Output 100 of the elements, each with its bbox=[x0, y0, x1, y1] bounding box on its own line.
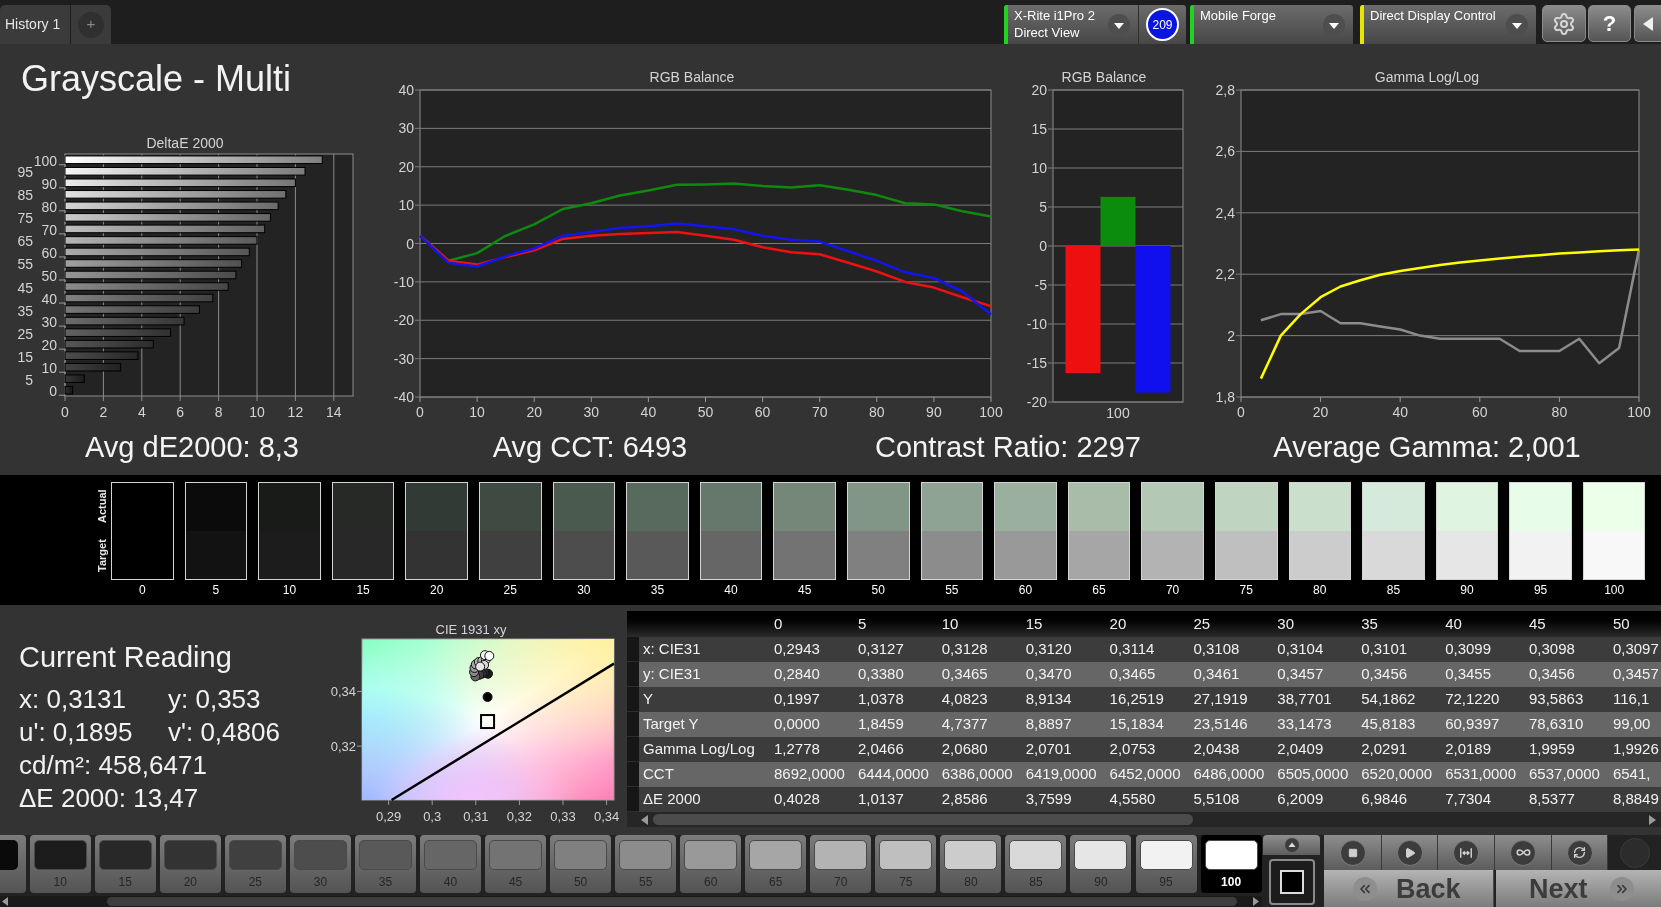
reading-value: v': 0,4806 bbox=[168, 717, 280, 747]
axis-tick-label: 100 bbox=[1627, 404, 1651, 420]
table-cell-text: 0,3380 bbox=[856, 664, 905, 685]
axis-tick-label: 100 bbox=[979, 404, 1003, 420]
chart-title: CIE 1931 xy bbox=[435, 622, 507, 637]
swatch-label: 45 bbox=[797, 583, 812, 597]
reading-value: ΔE 2000: 13,47 bbox=[19, 783, 199, 813]
axis-tick-label: 35 bbox=[17, 302, 33, 319]
table-cell-text: 0,3098 bbox=[1528, 639, 1576, 660]
table-cell-text: 4,7377 bbox=[940, 714, 989, 735]
chart-title: Gamma Log/Log bbox=[1374, 69, 1480, 85]
reading-count-badge: 209 bbox=[1146, 8, 1179, 41]
table-cell-text: 15,1834 bbox=[1108, 714, 1165, 735]
table-cell-text: 72,1220 bbox=[1444, 689, 1501, 710]
axis-tick-label: -5 bbox=[1034, 277, 1047, 293]
axis-tick-label: 30 bbox=[41, 314, 57, 331]
table-cell-text: 27,1919 bbox=[1192, 689, 1249, 710]
axis-tick-label: 2 bbox=[99, 404, 108, 420]
column-header: 40 bbox=[1444, 613, 1463, 634]
column-header: 10 bbox=[940, 613, 960, 634]
axis-tick-label: -30 bbox=[393, 350, 414, 367]
row-label: CCT bbox=[642, 764, 675, 785]
table-cell-text: 2,0189 bbox=[1444, 739, 1492, 760]
table-cell-text: 99,00 bbox=[1611, 714, 1652, 735]
axis-tick-label: 0,34 bbox=[330, 684, 356, 700]
table-cell-text: 2,0701 bbox=[1024, 739, 1073, 760]
axis-tick-label: 0 bbox=[1237, 404, 1245, 420]
table-cell-text: 0,2943 bbox=[773, 639, 821, 660]
axis-tick-label: -15 bbox=[1026, 355, 1047, 371]
swatch-label: 100 bbox=[1604, 583, 1625, 597]
table-cell-text: 0,3101 bbox=[1360, 639, 1409, 660]
axis-tick-label: 95 bbox=[17, 164, 33, 181]
axis-tick-label: 80 bbox=[41, 198, 57, 215]
table-cell-text: 1,9959 bbox=[1528, 739, 1576, 760]
column-header: 0 bbox=[773, 613, 784, 634]
axis-tick-label: 2 bbox=[1227, 327, 1235, 344]
table-cell-text: 0,3108 bbox=[1192, 639, 1241, 660]
table-cell-text: 0,3455 bbox=[1444, 664, 1492, 685]
table-cell-text: 38,7701 bbox=[1276, 689, 1333, 710]
table-cell-text: 0,3120 bbox=[1024, 639, 1073, 660]
table-cell-text: 0,3097 bbox=[1611, 639, 1660, 660]
axis-tick-label: 25 bbox=[17, 325, 33, 342]
axis-tick-label: 0 bbox=[61, 404, 69, 420]
table-cell-text: 0,3457 bbox=[1276, 664, 1325, 685]
table-cell-text: 2,0409 bbox=[1276, 739, 1325, 760]
axis-tick-label: 0,34 bbox=[593, 809, 620, 824]
swatch-label: 40 bbox=[724, 583, 738, 597]
table-cell-text: 0,0000 bbox=[773, 714, 821, 735]
axis-tick-label: 0,29 bbox=[375, 809, 402, 824]
axis-tick-label: 70 bbox=[811, 404, 828, 420]
axis-tick-label: 20 bbox=[1312, 404, 1329, 420]
axis-tick-label: 10 bbox=[249, 404, 265, 420]
swatch-label: 0 bbox=[138, 583, 146, 597]
axis-tick-label: 90 bbox=[926, 404, 942, 420]
table-cell-text: 0,3456 bbox=[1528, 664, 1576, 685]
table-cell-text: 2,0438 bbox=[1192, 739, 1241, 760]
swatch-label: 90 bbox=[1460, 583, 1474, 597]
axis-tick-label: 0 bbox=[406, 235, 414, 252]
axis-tick-label: 2,4 bbox=[1215, 204, 1235, 221]
table-cell-text: 0,3461 bbox=[1192, 664, 1241, 685]
axis-tick-label: 0,32 bbox=[330, 739, 356, 755]
table-cell-text: 1,0137 bbox=[856, 789, 905, 810]
row-label: Target Y bbox=[642, 714, 700, 735]
table-cell-text: 1,9926 bbox=[1611, 739, 1660, 760]
table-cell-text: 8,5377 bbox=[1528, 789, 1576, 810]
axis-tick-label: 60 bbox=[754, 404, 771, 420]
column-header: 15 bbox=[1024, 613, 1044, 634]
column-header: 25 bbox=[1192, 613, 1212, 634]
axis-tick-label: 90 bbox=[41, 175, 57, 192]
table-cell-text: 6541, bbox=[1611, 764, 1652, 785]
swatch-label: 10 bbox=[282, 583, 297, 597]
axis-tick-label: 14 bbox=[326, 404, 342, 420]
axis-tick-label: 2,6 bbox=[1215, 143, 1235, 160]
swatch-label: 55 bbox=[945, 583, 959, 597]
axis-tick-label: 65 bbox=[17, 233, 33, 250]
table-cell-text: 6,2009 bbox=[1276, 789, 1325, 810]
axis-tick-label: 0 bbox=[1039, 238, 1047, 254]
table-cell-text: 8,9134 bbox=[1024, 689, 1073, 710]
axis-tick-label: 0 bbox=[49, 383, 57, 400]
table-cell-text: 0,3456 bbox=[1360, 664, 1409, 685]
swatch-label: 60 bbox=[1018, 583, 1033, 597]
swatch-label: 20 bbox=[430, 583, 444, 597]
table-cell-text: 0,3104 bbox=[1276, 639, 1325, 660]
table-cell-text: 0,3114 bbox=[1108, 639, 1156, 660]
axis-tick-label: 30 bbox=[398, 120, 414, 137]
axis-tick-label: 85 bbox=[17, 187, 33, 204]
axis-tick-label: -20 bbox=[393, 312, 414, 329]
axis-tick-label: 6 bbox=[176, 404, 185, 420]
swatch-row-label: Actual bbox=[94, 488, 109, 526]
axis-tick-label: 40 bbox=[1392, 404, 1408, 420]
axis-tick-label: 100 bbox=[1106, 405, 1130, 421]
axis-tick-label: 10 bbox=[398, 197, 414, 214]
axis-tick-label: -40 bbox=[393, 389, 414, 405]
table-cell-text: 8,8849 bbox=[1611, 789, 1660, 810]
axis-tick-label: 15 bbox=[17, 348, 33, 365]
axis-tick-label: 8 bbox=[214, 404, 223, 420]
axis-tick-label: 10 bbox=[41, 360, 57, 377]
axis-tick-label: -10 bbox=[393, 273, 414, 290]
table-cell-text: 1,0378 bbox=[856, 689, 905, 710]
axis-tick-label: 40 bbox=[640, 404, 657, 420]
